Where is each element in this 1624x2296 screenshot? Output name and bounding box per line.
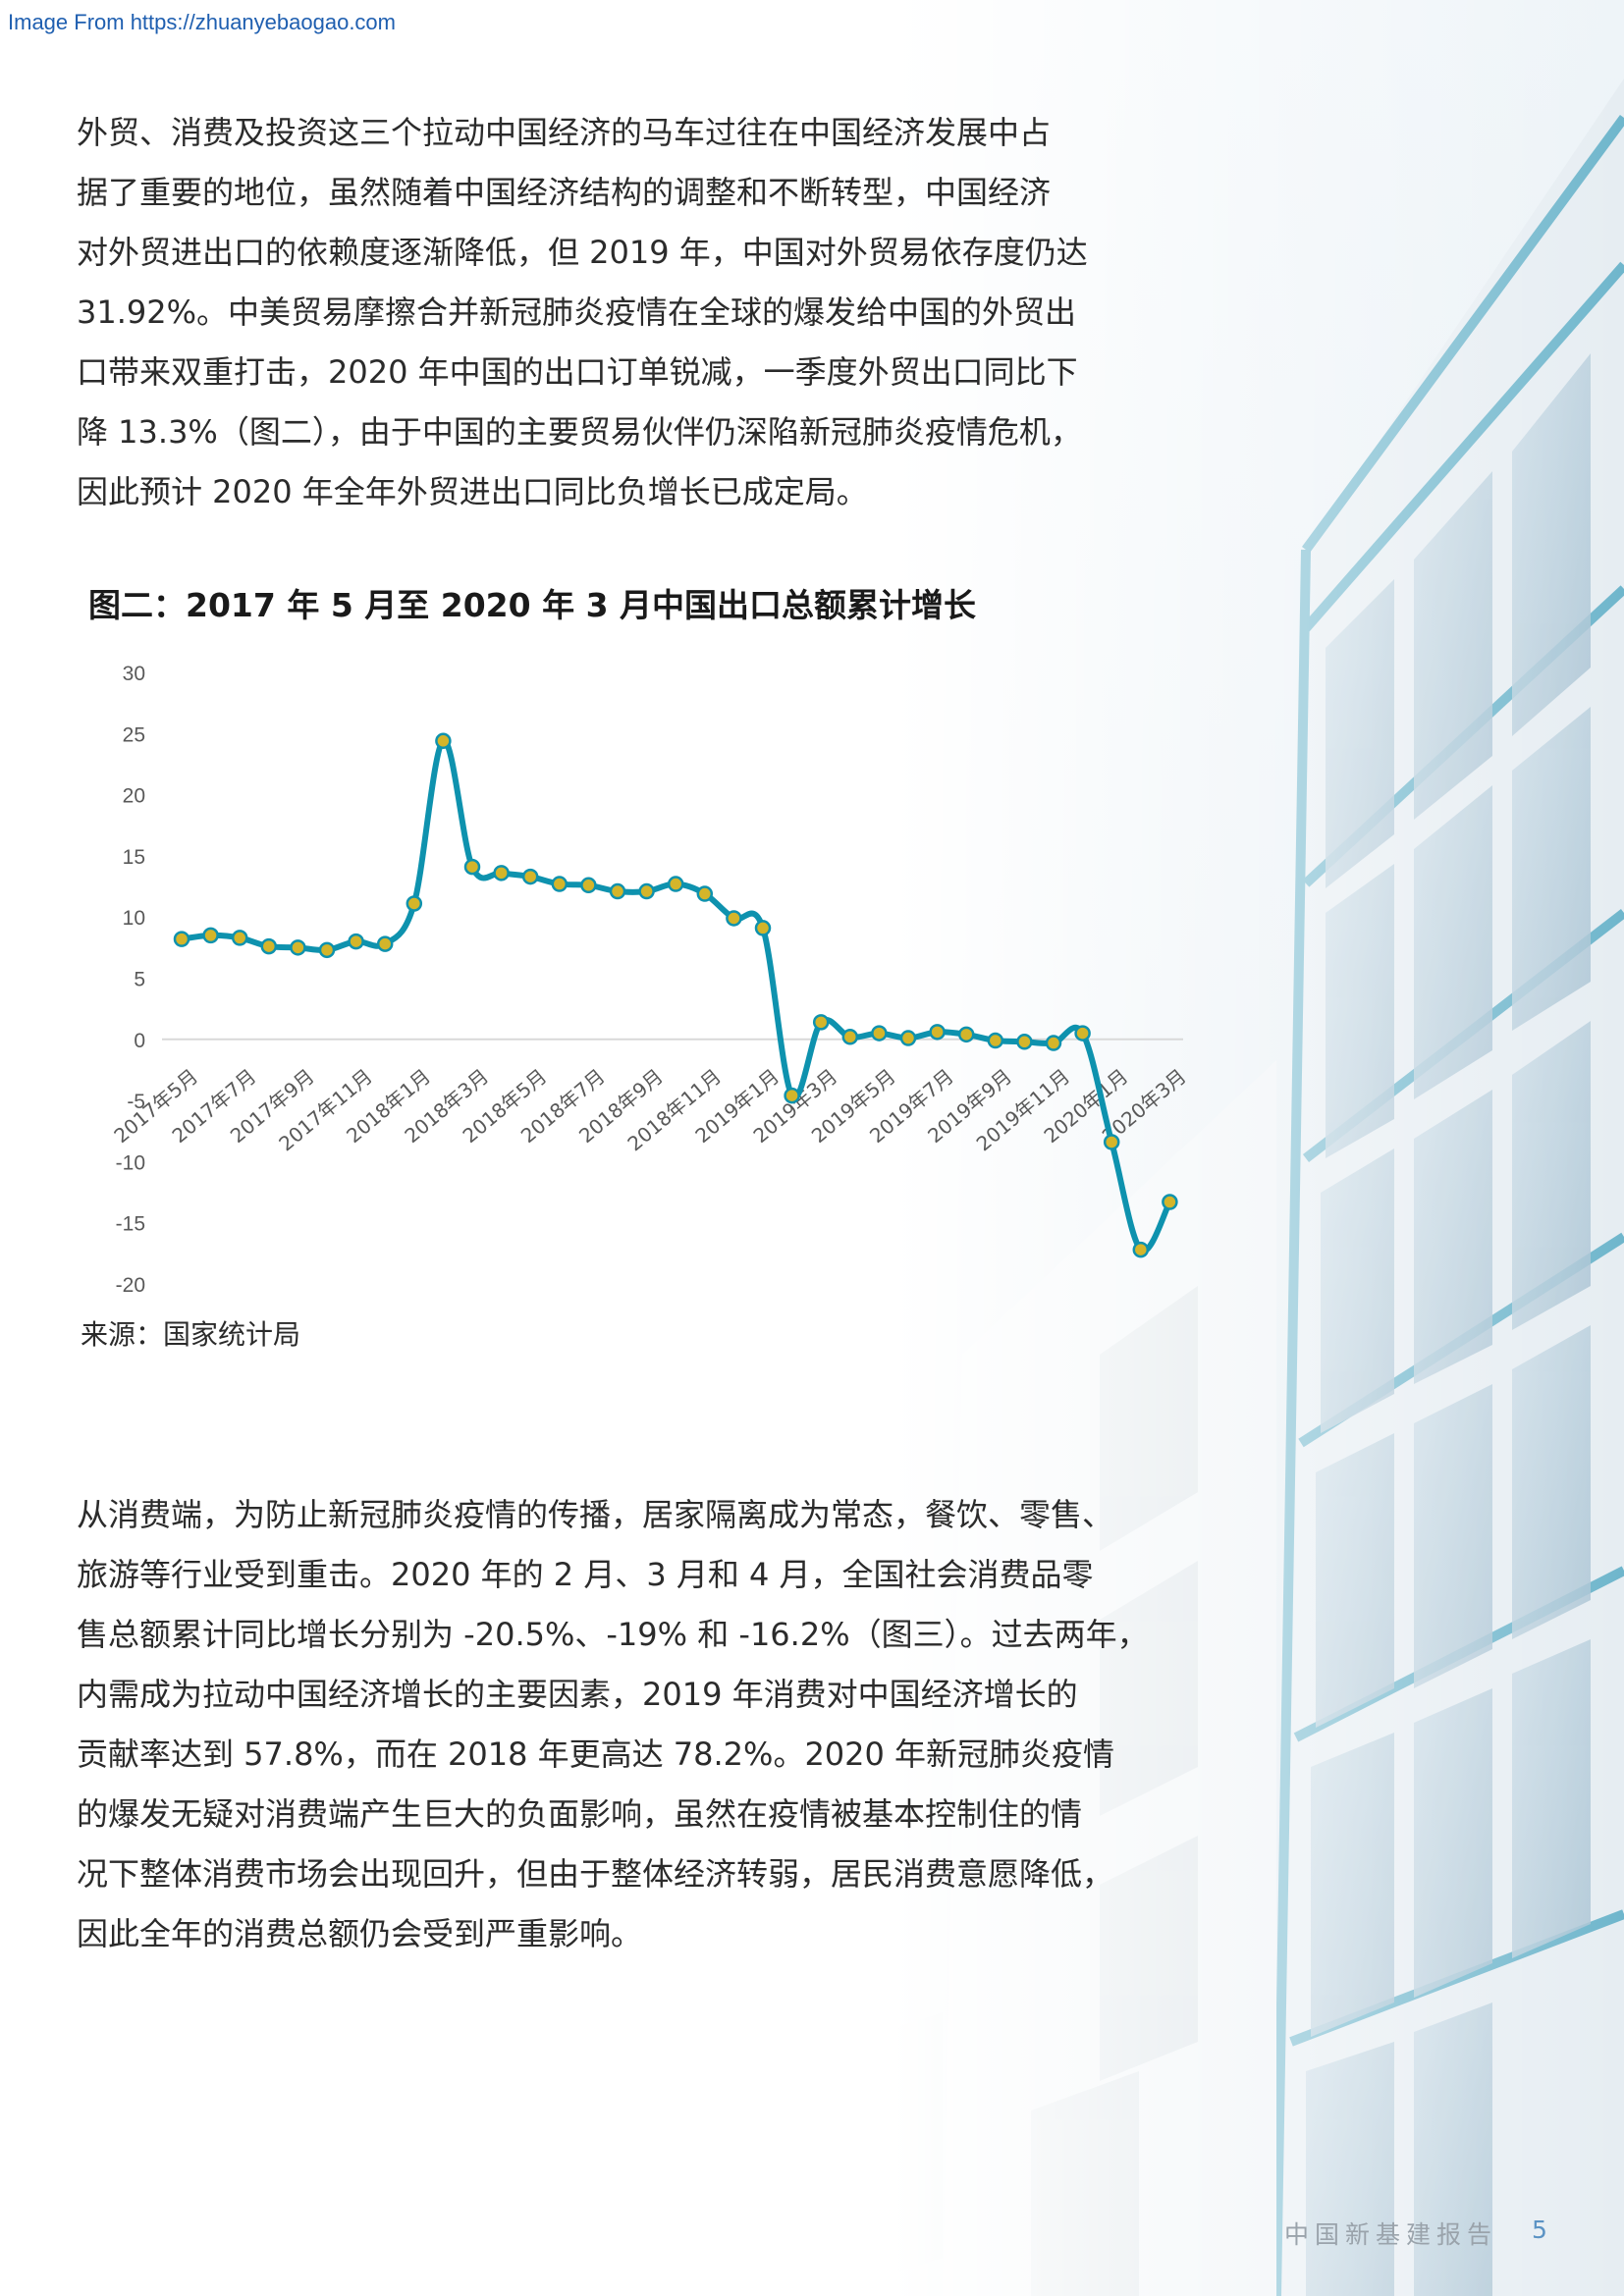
y-tick-label: 0 (134, 1030, 145, 1052)
text-line: 31.92%。中美贸易摩擦合并新冠肺炎疫情在全球的爆发给中国的外贸出 (77, 294, 1077, 331)
text-line: 外贸、消费及投资这三个拉动中国经济的马车过往在中国经济发展中占 (77, 114, 1052, 151)
data-point-marker (318, 941, 336, 959)
data-point-marker (929, 1024, 946, 1041)
text-line: 况下整体消费市场会出现回升，但由于整体经济转弱，居民消费意愿降低， (77, 1855, 1114, 1893)
figure-source: 来源：国家统计局 (81, 1318, 301, 1351)
data-point-marker (521, 868, 539, 885)
text-line: 对外贸进出口的依赖度逐渐降低，但 2019 年，中国对外贸易依存度仍达 (77, 234, 1088, 271)
data-point-marker (290, 939, 306, 956)
text-line: 的爆发无疑对消费端产生巨大的负面影响，虽然在疫情被基本控制住的情 (77, 1795, 1083, 1833)
data-point-marker (726, 910, 742, 927)
data-point-marker (463, 858, 481, 876)
text-line: 据了重要的地位，虽然随着中国经济结构的调整和不断转型，中国经济 (77, 174, 1052, 211)
data-point-marker (1132, 1241, 1150, 1258)
data-point-marker (638, 882, 655, 900)
text-line: 降 13.3%（图二），由于中国的主要贸易伙伴仍深陷新冠肺炎疫情危机， (77, 413, 1082, 451)
data-point-marker (231, 930, 248, 946)
data-point-marker (173, 931, 190, 947)
body-paragraph-trade: 外贸、消费及投资这三个拉动中国经济的马车过往在中国经济发展中占 据了重要的地位，… (77, 103, 1137, 522)
y-tick-label: 10 (123, 907, 145, 930)
data-point-marker (551, 876, 568, 892)
figure-title: 图二：2017 年 5 月至 2020 年 3 月中国出口总额累计增长 (88, 586, 977, 624)
export-growth-line-chart: 302520151050-5-10-15-202017年5月2017年7月201… (109, 663, 1190, 1297)
data-point-marker (376, 935, 394, 952)
page-number: 5 (1532, 2216, 1547, 2244)
export-growth-series-line (179, 737, 1173, 1255)
watermark-link[interactable]: Image From https://zhuanyebaogao.com (8, 10, 396, 35)
y-tick-label: 5 (134, 969, 145, 991)
data-point-marker (784, 1087, 800, 1104)
body-paragraph-consumption: 从消费端，为防止新冠肺炎疫情的传播，居家隔离成为常态，餐饮、零售、 旅游等行业受… (77, 1485, 1137, 1964)
text-line: 售总额累计同比增长分别为 -20.5%、-19% 和 -16.2%（图三）。过去… (77, 1616, 1137, 1653)
data-point-marker (1045, 1035, 1062, 1051)
data-point-marker (1103, 1134, 1120, 1150)
data-point-marker (1016, 1034, 1033, 1050)
footer-report-title: 中国新基建报告 (1284, 2220, 1498, 2249)
data-point-marker (812, 1014, 830, 1031)
y-tick-label: -10 (116, 1151, 145, 1174)
data-point-marker (667, 876, 684, 892)
data-point-marker (841, 1029, 859, 1045)
data-point-marker (754, 920, 772, 936)
text-line: 从消费端，为防止新冠肺炎疫情的传播，居家隔离成为常态，餐饮、零售、 (77, 1496, 1114, 1533)
data-point-marker (899, 1030, 917, 1046)
data-point-marker (260, 937, 278, 955)
text-line: 旅游等行业受到重击。2020 年的 2 月、3 月和 4 月，全国社会消费品零 (77, 1556, 1094, 1593)
y-tick-label: 20 (123, 785, 145, 808)
data-point-marker (493, 865, 510, 881)
text-line: 贡献率达到 57.8%，而在 2018 年更高达 78.2%。2020 年新冠肺… (77, 1735, 1115, 1773)
y-tick-label: -15 (116, 1213, 145, 1236)
text-line: 口带来双重打击，2020 年中国的出口订单锐减，一季度外贸出口同比下 (77, 353, 1078, 391)
data-point-marker (406, 895, 423, 912)
data-point-marker (871, 1025, 888, 1041)
data-point-marker (1074, 1025, 1091, 1041)
data-point-marker (696, 885, 714, 902)
y-tick-label: 15 (123, 846, 145, 869)
data-point-marker (435, 732, 452, 750)
data-point-marker (580, 877, 597, 894)
text-line: 因此预计 2020 年全年外贸进出口同比负增长已成定局。 (77, 473, 868, 510)
text-line: 内需成为拉动中国经济增长的主要因素，2019 年消费对中国经济增长的 (77, 1676, 1078, 1713)
data-point-marker (957, 1026, 975, 1043)
data-point-marker (1162, 1194, 1178, 1210)
data-point-marker (987, 1032, 1004, 1049)
y-tick-label: -20 (116, 1274, 145, 1297)
text-line: 因此全年的消费总额仍会受到严重影响。 (77, 1915, 643, 1952)
data-point-marker (348, 933, 364, 950)
y-tick-label: 25 (123, 723, 145, 746)
data-point-marker (202, 927, 219, 944)
y-tick-label: 30 (123, 663, 145, 685)
data-point-marker (609, 882, 626, 900)
